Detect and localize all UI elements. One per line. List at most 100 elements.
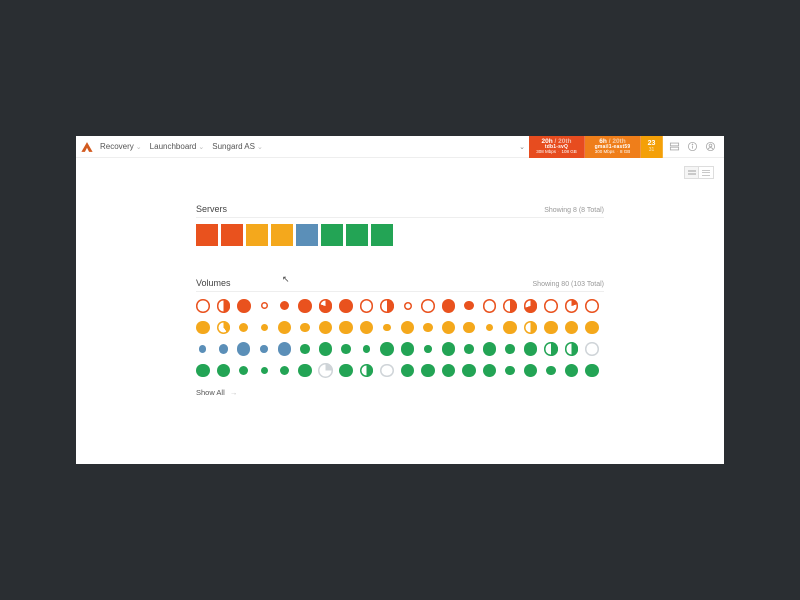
volume-dot[interactable] [339, 321, 353, 335]
volume-dot[interactable] [421, 364, 435, 378]
volume-dot[interactable] [319, 299, 333, 313]
server-tile[interactable] [346, 224, 368, 246]
volume-dot[interactable] [360, 299, 374, 313]
volume-dot[interactable] [505, 344, 514, 353]
volume-dot[interactable] [442, 342, 456, 356]
volume-dot[interactable] [585, 342, 599, 356]
volume-dot[interactable] [217, 299, 231, 313]
volume-dot[interactable] [565, 321, 579, 335]
servers-icon[interactable] [669, 141, 680, 152]
volume-dot[interactable] [464, 344, 473, 353]
volume-dot[interactable] [383, 324, 390, 331]
breadcrumb-sungard[interactable]: Sungard AS ⌄ [212, 142, 263, 151]
volume-dot[interactable] [239, 323, 248, 332]
volume-dot[interactable] [360, 364, 374, 378]
info-icon[interactable] [687, 141, 698, 152]
volume-dot[interactable] [524, 321, 538, 335]
volume-dot[interactable] [339, 364, 353, 378]
metric-card-1[interactable]: 20h / 20th tdb1-svQ 308 Mbps · 108 GB [529, 136, 585, 158]
volume-dot[interactable] [319, 342, 333, 356]
volume-dot[interactable] [442, 364, 456, 378]
volume-dot[interactable] [298, 364, 312, 378]
view-toggle-card[interactable] [684, 166, 699, 179]
volume-dot[interactable] [261, 324, 268, 331]
volume-dot[interactable] [196, 364, 210, 378]
volume-dot[interactable] [524, 364, 538, 378]
volume-dot[interactable] [401, 342, 415, 356]
volume-dot[interactable] [483, 299, 497, 313]
volume-dot[interactable] [464, 301, 473, 310]
volume-dot[interactable] [544, 321, 558, 335]
server-tile[interactable] [321, 224, 343, 246]
volume-dot[interactable] [278, 321, 292, 335]
volume-dot[interactable] [319, 321, 333, 335]
volume-dot[interactable] [341, 344, 350, 353]
volume-dot[interactable] [483, 342, 497, 356]
server-tile[interactable] [271, 224, 293, 246]
volume-dot[interactable] [217, 321, 231, 335]
volume-dot[interactable] [424, 345, 431, 352]
volume-dot[interactable] [217, 364, 231, 378]
volume-dot[interactable] [196, 299, 210, 313]
volume-dot[interactable] [462, 364, 476, 378]
volume-dot[interactable] [401, 364, 415, 378]
view-toggle-list[interactable] [699, 166, 714, 179]
volume-dot[interactable] [380, 299, 394, 313]
show-all-button[interactable]: Show All → [196, 388, 604, 397]
volume-dot[interactable] [339, 299, 353, 313]
volume-dot[interactable] [565, 299, 579, 313]
volume-dot[interactable] [261, 367, 268, 374]
server-tile[interactable] [246, 224, 268, 246]
volume-dot[interactable] [380, 364, 394, 378]
volume-dot[interactable] [280, 366, 289, 375]
volume-dot[interactable] [423, 323, 432, 332]
volume-dot[interactable] [565, 364, 579, 378]
volume-dot[interactable] [585, 299, 599, 313]
volume-dot[interactable] [300, 344, 309, 353]
volume-dot[interactable] [421, 299, 435, 313]
volume-dot[interactable] [546, 366, 555, 375]
volume-dot[interactable] [300, 323, 309, 332]
server-tile[interactable] [371, 224, 393, 246]
volume-dot[interactable] [278, 342, 292, 356]
volume-dot[interactable] [524, 299, 538, 313]
volume-dot[interactable] [239, 366, 248, 375]
breadcrumb-launchboard[interactable]: Launchboard ⌄ [150, 142, 205, 151]
volume-dot[interactable] [483, 364, 497, 378]
volume-dot[interactable] [260, 345, 267, 352]
breadcrumb-recovery[interactable]: Recovery ⌄ [100, 142, 142, 151]
volume-dot[interactable] [442, 299, 456, 313]
server-tile[interactable] [296, 224, 318, 246]
volume-dot[interactable] [280, 301, 289, 310]
context-dropdown[interactable]: ⌄ [515, 136, 529, 158]
volume-dot[interactable] [318, 363, 334, 379]
volume-dot[interactable] [486, 324, 493, 331]
volume-dot[interactable] [404, 302, 412, 310]
volume-dot[interactable] [544, 299, 558, 313]
volume-dot[interactable] [503, 321, 517, 335]
volume-dot[interactable] [524, 342, 538, 356]
volume-dot[interactable] [585, 364, 599, 378]
volume-dot[interactable] [463, 322, 474, 333]
server-tile[interactable] [221, 224, 243, 246]
metric-card-2[interactable]: 6h / 20th gmail1-east59 300 Mbps · 8 GB [585, 136, 641, 158]
volume-dot[interactable] [261, 302, 268, 309]
volume-dot[interactable] [363, 345, 370, 352]
volume-dot[interactable] [237, 342, 251, 356]
volume-dot[interactable] [196, 321, 210, 335]
volume-dot[interactable] [565, 342, 579, 356]
user-icon[interactable] [705, 141, 716, 152]
server-tile[interactable] [196, 224, 218, 246]
volume-dot[interactable] [219, 344, 228, 353]
volume-dot[interactable] [442, 321, 456, 335]
volume-dot[interactable] [585, 321, 599, 335]
metric-counter[interactable]: 23 31 [641, 136, 663, 158]
volume-dot[interactable] [401, 321, 415, 335]
volume-dot[interactable] [298, 299, 312, 313]
volume-dot[interactable] [544, 342, 558, 356]
volume-dot[interactable] [199, 345, 206, 352]
volume-dot[interactable] [360, 321, 374, 335]
volume-dot[interactable] [380, 342, 394, 356]
volume-dot[interactable] [505, 366, 514, 375]
volume-dot[interactable] [237, 299, 251, 313]
